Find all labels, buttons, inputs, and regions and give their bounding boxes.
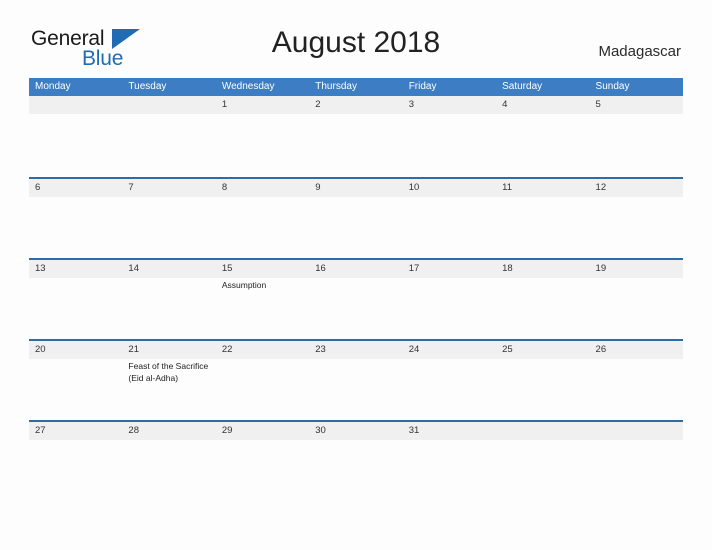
week-days: 13 14 15 Assumption 16 17 18 19 bbox=[29, 260, 683, 339]
day-number: 7 bbox=[128, 182, 134, 193]
day-number: 12 bbox=[595, 182, 607, 193]
calendar-day-cell[interactable]: 27 bbox=[29, 422, 122, 445]
day-number bbox=[128, 96, 210, 114]
calendar-day-cell[interactable]: 28 bbox=[122, 422, 215, 445]
calendar-week-row: 13 14 15 Assumption 16 17 18 19 bbox=[29, 258, 683, 339]
calendar-week-row: 1 2 3 4 5 bbox=[29, 96, 683, 177]
day-number: 17 bbox=[408, 263, 420, 274]
calendar-day-cell[interactable]: 24 bbox=[403, 341, 496, 420]
calendar-day-cell[interactable]: 7 bbox=[122, 179, 215, 258]
calendar-day-cell[interactable]: 15 Assumption bbox=[216, 260, 309, 339]
calendar-day-cell[interactable]: 31 bbox=[403, 422, 496, 445]
day-number bbox=[502, 422, 584, 440]
calendar-day-cell[interactable]: 29 bbox=[216, 422, 309, 445]
calendar-day-cell[interactable]: 18 bbox=[496, 260, 589, 339]
calendar-day-cell[interactable]: 25 bbox=[496, 341, 589, 420]
calendar-day-cell-empty bbox=[496, 422, 589, 445]
day-events: Feast of the Sacrifice (Eid al-Adha) bbox=[128, 359, 210, 384]
calendar-day-cell-empty bbox=[590, 422, 683, 445]
calendar-day-cell[interactable]: 5 bbox=[590, 96, 683, 177]
day-number: 28 bbox=[128, 425, 139, 436]
calendar-week-row: 20 21 Feast of the Sacrifice (Eid al-Adha)… bbox=[29, 339, 683, 420]
day-number: 10 bbox=[408, 182, 420, 193]
day-number: 22 bbox=[221, 344, 233, 355]
day-number: 27 bbox=[35, 425, 46, 436]
weekday-header-sunday: Sunday bbox=[595, 81, 630, 92]
day-number: 23 bbox=[315, 344, 326, 355]
calendar-day-cell[interactable]: 16 bbox=[309, 260, 402, 339]
day-number: 4 bbox=[502, 99, 508, 110]
calendar-day-cell[interactable]: 26 bbox=[590, 341, 683, 420]
day-number: 14 bbox=[128, 263, 139, 274]
calendar-week-row: 6 7 8 9 10 11 12 bbox=[29, 177, 683, 258]
day-number: 9 bbox=[315, 182, 321, 193]
calendar-day-cell[interactable]: 10 bbox=[403, 179, 496, 258]
calendar-day-cell[interactable]: 30 bbox=[309, 422, 402, 445]
calendar-day-cell[interactable]: 2 bbox=[309, 96, 402, 177]
day-number: 29 bbox=[221, 425, 233, 436]
page-header: General Blue August 2018 Madagascar bbox=[0, 0, 712, 69]
month-calendar: Monday Tuesday Wednesday Thursday Friday Satu… bbox=[29, 78, 683, 445]
calendar-day-cell-empty bbox=[29, 96, 122, 177]
day-number: 30 bbox=[315, 425, 326, 436]
week-days: 6 7 8 9 10 11 12 bbox=[29, 179, 683, 258]
day-number: 16 bbox=[315, 263, 326, 274]
calendar-day-cell[interactable]: 9 bbox=[309, 179, 402, 258]
country-label: Madagascar bbox=[598, 43, 681, 60]
day-number: 8 bbox=[221, 182, 228, 193]
weekday-header-friday: Friday bbox=[408, 81, 437, 92]
calendar-day-cell[interactable]: 13 bbox=[29, 260, 122, 339]
weekday-header-saturday: Saturday bbox=[502, 81, 543, 92]
calendar-day-cell[interactable]: 23 bbox=[309, 341, 402, 420]
day-events: Assumption bbox=[222, 278, 304, 292]
day-number bbox=[35, 96, 117, 114]
calendar-day-cell[interactable]: 8 bbox=[216, 179, 309, 258]
weekday-header-thursday: Thursday bbox=[315, 81, 357, 92]
day-number: 20 bbox=[35, 344, 46, 355]
calendar-day-cell[interactable]: 17 bbox=[403, 260, 496, 339]
day-number: 21 bbox=[128, 344, 139, 355]
day-number: 15 bbox=[221, 263, 233, 274]
week-days: 27 28 29 30 31 bbox=[29, 422, 683, 445]
weekday-header-wednesday: Wednesday bbox=[221, 81, 275, 92]
calendar-day-cell[interactable]: 4 bbox=[496, 96, 589, 177]
calendar-day-cell[interactable]: 11 bbox=[496, 179, 589, 258]
calendar-day-cell[interactable]: 6 bbox=[29, 179, 122, 258]
day-number: 11 bbox=[502, 182, 512, 193]
weekday-header-monday: Monday bbox=[35, 81, 71, 92]
day-number: 5 bbox=[595, 99, 601, 110]
calendar-day-cell[interactable]: 19 bbox=[590, 260, 683, 339]
day-number: 3 bbox=[408, 99, 414, 110]
day-number: 31 bbox=[408, 425, 420, 436]
week-days: 1 2 3 4 5 bbox=[29, 96, 683, 177]
weekday-header-row: Monday Tuesday Wednesday Thursday Friday Satu… bbox=[29, 78, 683, 96]
day-number: 25 bbox=[502, 344, 513, 355]
calendar-day-cell[interactable]: 12 bbox=[590, 179, 683, 258]
day-number: 2 bbox=[315, 99, 321, 110]
calendar-day-cell[interactable]: 3 bbox=[403, 96, 496, 177]
day-number: 26 bbox=[595, 344, 607, 355]
day-number bbox=[596, 422, 678, 440]
calendar-day-cell[interactable]: 1 bbox=[216, 96, 309, 177]
holiday-event: Feast of the Sacrifice (Eid al-Adha) bbox=[128, 361, 209, 383]
day-number: 13 bbox=[35, 263, 46, 274]
weekday-header-tuesday: Tuesday bbox=[128, 81, 167, 92]
week-days: 20 21 Feast of the Sacrifice (Eid al-Adha)… bbox=[29, 341, 683, 420]
calendar-day-cell[interactable]: 14 bbox=[122, 260, 215, 339]
calendar-week-row: 27 28 29 30 31 bbox=[29, 420, 683, 445]
calendar-day-cell[interactable]: 21 Feast of the Sacrifice (Eid al-Adha) bbox=[122, 341, 215, 420]
calendar-day-cell[interactable]: 20 bbox=[29, 341, 122, 420]
calendar-day-cell-empty bbox=[122, 96, 215, 177]
calendar-body: 1 2 3 4 5 6 7 8 9 10 11 12 13 14 15 Assumption 16 17 18 19 2… bbox=[29, 96, 683, 445]
day-number: 19 bbox=[595, 263, 607, 274]
day-number: 6 bbox=[35, 182, 41, 193]
calendar-day-cell[interactable]: 22 bbox=[216, 341, 309, 420]
day-number: 1 bbox=[221, 99, 228, 110]
day-number: 24 bbox=[408, 344, 420, 355]
day-number: 18 bbox=[502, 263, 513, 274]
holiday-event: Assumption bbox=[221, 280, 267, 290]
calendar-page: General Blue August 2018 Madagascar Mond… bbox=[0, 0, 712, 550]
